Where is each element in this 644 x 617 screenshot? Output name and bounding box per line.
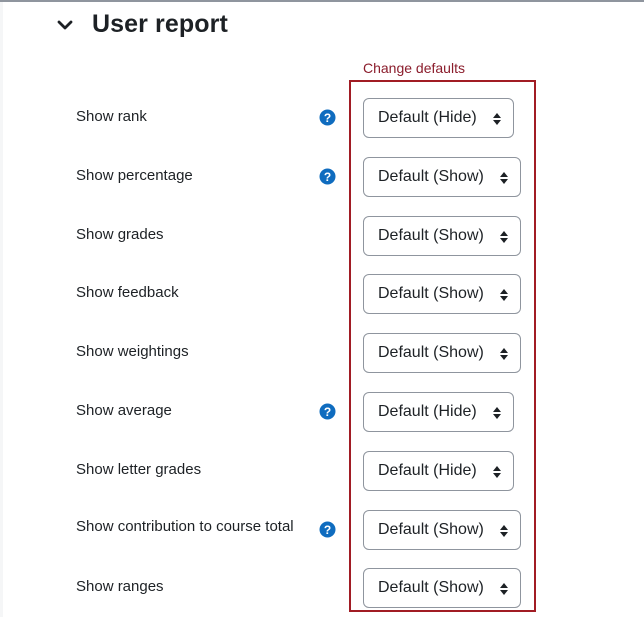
setting-row-show-weightings: Show weightings Default (Show) (0, 333, 644, 373)
section-toggle[interactable]: User report (56, 10, 228, 39)
sort-arrows-icon (500, 172, 508, 184)
setting-label: Show letter grades (76, 461, 202, 478)
svg-text:?: ? (324, 111, 331, 125)
sort-arrows-icon (493, 113, 501, 125)
show-weightings-select[interactable]: Default (Show) (363, 333, 521, 373)
chevron-down-icon[interactable] (56, 16, 74, 34)
setting-label: Show contribution to course total (76, 518, 294, 535)
show-contribution-select[interactable]: Default (Show) (363, 510, 521, 550)
setting-row-show-grades: Show grades Default (Show) (0, 216, 644, 256)
show-ranges-select[interactable]: Default (Show) (363, 568, 521, 608)
sort-arrows-icon (500, 231, 508, 243)
sort-arrows-icon (500, 289, 508, 301)
svg-text:?: ? (324, 170, 331, 184)
select-value: Default (Show) (378, 168, 484, 185)
setting-label: Show ranges (76, 578, 164, 595)
show-letter-grades-select[interactable]: Default (Hide) (363, 451, 514, 491)
setting-label: Show grades (76, 226, 164, 243)
help-icon[interactable]: ? (319, 168, 336, 185)
setting-label: Show percentage (76, 167, 193, 184)
select-value: Default (Hide) (378, 109, 477, 126)
top-divider (0, 0, 644, 2)
sort-arrows-icon (500, 348, 508, 360)
select-value: Default (Show) (378, 579, 484, 596)
help-icon[interactable]: ? (319, 109, 336, 126)
show-grades-select[interactable]: Default (Show) (363, 216, 521, 256)
sort-arrows-icon (493, 466, 501, 478)
select-value: Default (Show) (378, 344, 484, 361)
setting-row-show-letter-grades: Show letter grades Default (Hide) (0, 451, 644, 491)
sort-arrows-icon (500, 525, 508, 537)
sort-arrows-icon (493, 407, 501, 419)
setting-row-show-average: Show average ? Default (Hide) (0, 392, 644, 432)
setting-label: Show weightings (76, 343, 189, 360)
help-icon[interactable]: ? (319, 521, 336, 538)
setting-row-show-contribution: Show contribution to course total ? Defa… (0, 510, 644, 550)
change-defaults-link[interactable]: Change defaults (363, 60, 465, 76)
select-value: Default (Show) (378, 521, 484, 538)
setting-row-show-ranges: Show ranges Default (Show) (0, 568, 644, 608)
select-value: Default (Show) (378, 227, 484, 244)
setting-label: Show feedback (76, 284, 179, 301)
setting-label: Show average (76, 402, 172, 419)
setting-row-show-rank: Show rank ? Default (Hide) (0, 98, 644, 138)
section-title: User report (92, 10, 228, 38)
sort-arrows-icon (500, 583, 508, 595)
setting-label: Show rank (76, 108, 147, 125)
select-value: Default (Show) (378, 285, 484, 302)
setting-row-show-feedback: Show feedback Default (Show) (0, 274, 644, 314)
help-icon[interactable]: ? (319, 403, 336, 420)
show-rank-select[interactable]: Default (Hide) (363, 98, 514, 138)
show-percentage-select[interactable]: Default (Show) (363, 157, 521, 197)
setting-row-show-percentage: Show percentage ? Default (Show) (0, 157, 644, 197)
svg-text:?: ? (324, 523, 331, 537)
select-value: Default (Hide) (378, 462, 477, 479)
show-feedback-select[interactable]: Default (Show) (363, 274, 521, 314)
show-average-select[interactable]: Default (Hide) (363, 392, 514, 432)
svg-text:?: ? (324, 405, 331, 419)
select-value: Default (Hide) (378, 403, 477, 420)
